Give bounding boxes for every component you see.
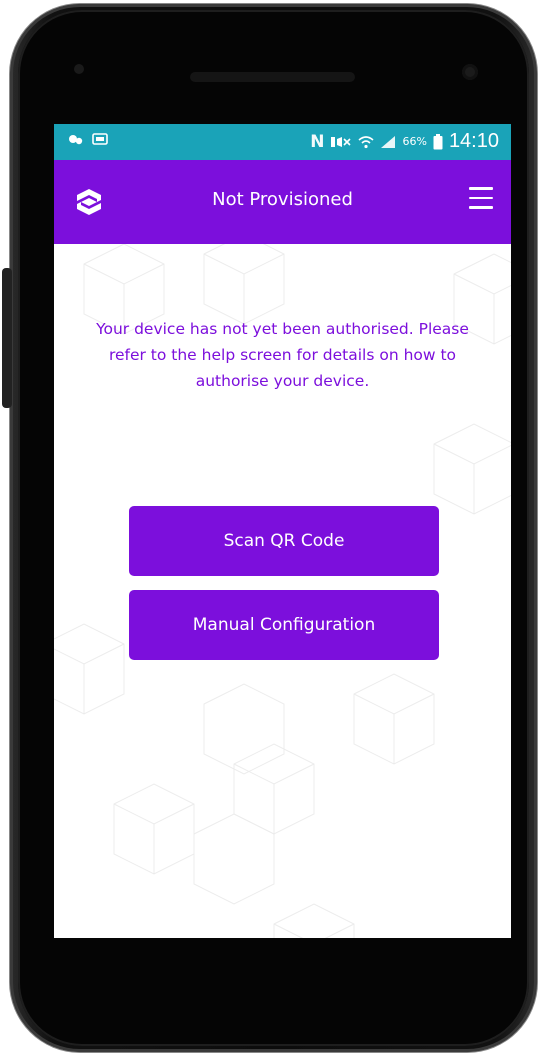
app-bar: Not Provisioned — [54, 160, 511, 244]
hamburger-menu-icon[interactable] — [469, 187, 493, 209]
status-bar: N 66% 14:10 — [54, 124, 511, 160]
signal-icon — [381, 135, 396, 148]
proximity-sensor — [74, 64, 84, 74]
earpiece-speaker — [190, 72, 355, 82]
volume-button — [2, 268, 12, 408]
not-authorised-message: Your device has not yet been authorised.… — [96, 320, 469, 390]
front-camera — [462, 64, 478, 80]
page-title: Not Provisioned — [212, 189, 353, 210]
status-bar-left — [68, 132, 108, 146]
status-bar-right: N 66% 14:10 — [310, 130, 499, 153]
cast-icon — [69, 135, 83, 145]
battery-icon — [433, 133, 443, 149]
wifi-icon — [358, 135, 375, 148]
battery-percent: 66% — [402, 135, 427, 148]
nfc-icon: N — [310, 131, 325, 152]
phone-frame: N 66% 14:10 Not Provisioned Your device … — [0, 0, 547, 1057]
status-time: 14:10 — [448, 130, 499, 152]
phone-screen: N 66% 14:10 Not Provisioned Your device … — [54, 124, 511, 938]
scan-qr-code-button[interactable]: Scan QR Code — [129, 506, 439, 576]
manual-configuration-label: Manual Configuration — [192, 615, 376, 635]
scan-qr-code-label: Scan QR Code — [223, 531, 345, 551]
manual-configuration-button[interactable]: Manual Configuration — [129, 590, 439, 660]
image-icon — [92, 133, 108, 145]
main-content: Your device has not yet been authorised.… — [54, 244, 511, 938]
mute-icon — [331, 136, 352, 147]
